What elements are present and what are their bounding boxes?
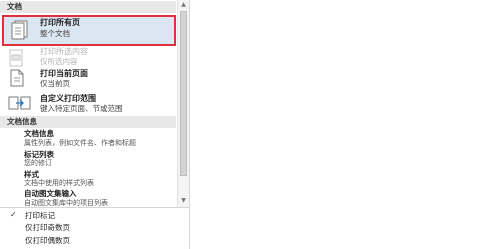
custom-print-range-desc: 键入特定页面、节或范围 — [40, 104, 123, 113]
print-range-list: 文档 打印所有页 整个文档 打印所选内容 仅所选内容 打印当前页面 仅当前页 自… — [0, 0, 176, 207]
current-page-icon — [7, 68, 27, 92]
styles-desc: 文档中使用的样式列表 — [24, 179, 94, 187]
custom-range-icon — [7, 93, 31, 117]
section-header-document-info: 文档信息 — [0, 116, 176, 128]
print-current-page-option[interactable]: 打印当前页面 仅当前页 — [2, 67, 176, 89]
print-markup-option[interactable]: 打印标记 — [25, 210, 55, 221]
print-selection-desc: 仅所选内容 — [40, 57, 78, 66]
scrollbar-thumb[interactable] — [180, 11, 187, 176]
print-even-pages-option[interactable]: 仅打印偶数页 — [25, 235, 70, 246]
autotext-entries-desc: 自动图文集库中的项目列表 — [24, 199, 108, 207]
print-all-pages-title: 打印所有页 — [40, 18, 80, 27]
markup-list-desc: 您的修订 — [24, 159, 52, 167]
custom-print-range-option[interactable]: 自定义打印范围 键入特定页面、节或范围 — [2, 92, 176, 114]
document-info-desc: 属性列表，例如文件名、作者和标题 — [24, 139, 136, 147]
print-range-dropdown-panel: 文档 打印所有页 整个文档 打印所选内容 仅所选内容 打印当前页面 仅当前页 自… — [0, 0, 190, 249]
print-current-page-desc: 仅当前页 — [40, 79, 70, 88]
options-divider — [0, 207, 189, 208]
vertical-scrollbar[interactable]: ▲ ▼ — [177, 0, 189, 207]
scroll-down-arrow-icon[interactable]: ▼ — [178, 196, 189, 206]
section-header-document: 文档 — [0, 1, 176, 13]
checkmark-icon: ✓ — [10, 210, 17, 219]
all-pages-icon — [7, 18, 31, 46]
print-odd-pages-option[interactable]: 仅打印奇数页 — [25, 222, 70, 233]
scroll-up-arrow-icon[interactable]: ▲ — [178, 0, 189, 10]
print-all-pages-option[interactable]: 打印所有页 整个文档 — [2, 15, 176, 46]
print-selection-option: 打印所选内容 仅所选内容 — [2, 47, 176, 69]
print-all-pages-desc: 整个文档 — [40, 29, 70, 38]
